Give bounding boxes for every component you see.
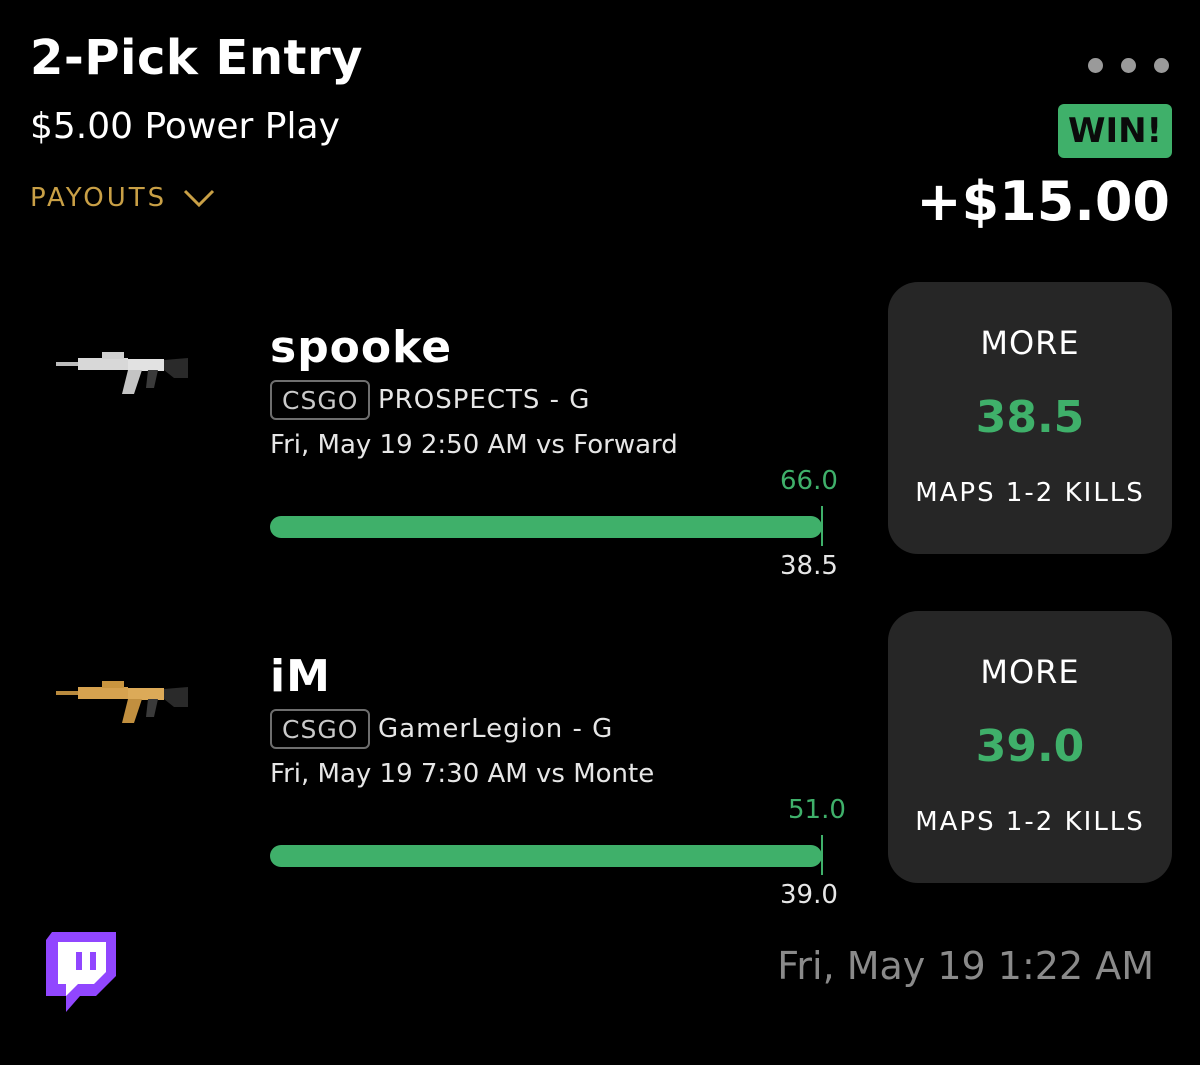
- dot-icon: [1121, 58, 1136, 73]
- player-name: spooke: [270, 322, 453, 373]
- progress-bar: [270, 516, 822, 538]
- entry-title: 2-Pick Entry: [30, 30, 363, 86]
- line-marker: [821, 835, 823, 875]
- game-tag: CSGO: [270, 380, 371, 420]
- more-options-button[interactable]: [1088, 58, 1169, 73]
- direction-label: MORE: [980, 653, 1080, 691]
- dot-icon: [1154, 58, 1169, 73]
- line-value: 38.5: [780, 551, 838, 581]
- projection-card[interactable]: MORE 38.5 MAPS 1-2 KILLS: [888, 282, 1172, 554]
- entry-subtitle: $5.00 Power Play: [30, 106, 340, 147]
- gold-rifle-icon: [56, 681, 188, 723]
- direction-label: MORE: [980, 324, 1080, 362]
- dot-icon: [1088, 58, 1103, 73]
- line-marker: [821, 506, 823, 546]
- progress-bar: [270, 845, 822, 867]
- player-name: iM: [270, 651, 331, 702]
- silver-rifle-icon: [56, 352, 188, 394]
- team-position: PROSPECTS - G: [378, 385, 591, 415]
- actual-value: 51.0: [788, 795, 846, 825]
- game-tag: CSGO: [270, 709, 371, 749]
- actual-value: 66.0: [780, 466, 838, 496]
- match-time: Fri, May 19 2:50 AM vs Forward: [270, 430, 678, 460]
- match-time: Fri, May 19 7:30 AM vs Monte: [270, 759, 655, 789]
- win-badge: WIN!: [1058, 104, 1172, 158]
- twitch-icon: [46, 932, 116, 1012]
- team-position: GamerLegion - G: [378, 714, 614, 744]
- payouts-label: PAYOUTS: [30, 183, 168, 213]
- stat-label: MAPS 1-2 KILLS: [915, 807, 1145, 837]
- chevron-down-icon: [184, 189, 215, 208]
- projection-value: 39.0: [975, 721, 1085, 772]
- stat-label: MAPS 1-2 KILLS: [915, 478, 1145, 508]
- payout-amount: +$15.00: [916, 170, 1170, 233]
- entry-timestamp: Fri, May 19 1:22 AM: [777, 944, 1154, 988]
- payouts-toggle[interactable]: PAYOUTS: [30, 183, 215, 213]
- projection-value: 38.5: [975, 392, 1085, 443]
- projection-card[interactable]: MORE 39.0 MAPS 1-2 KILLS: [888, 611, 1172, 883]
- line-value: 39.0: [780, 880, 838, 910]
